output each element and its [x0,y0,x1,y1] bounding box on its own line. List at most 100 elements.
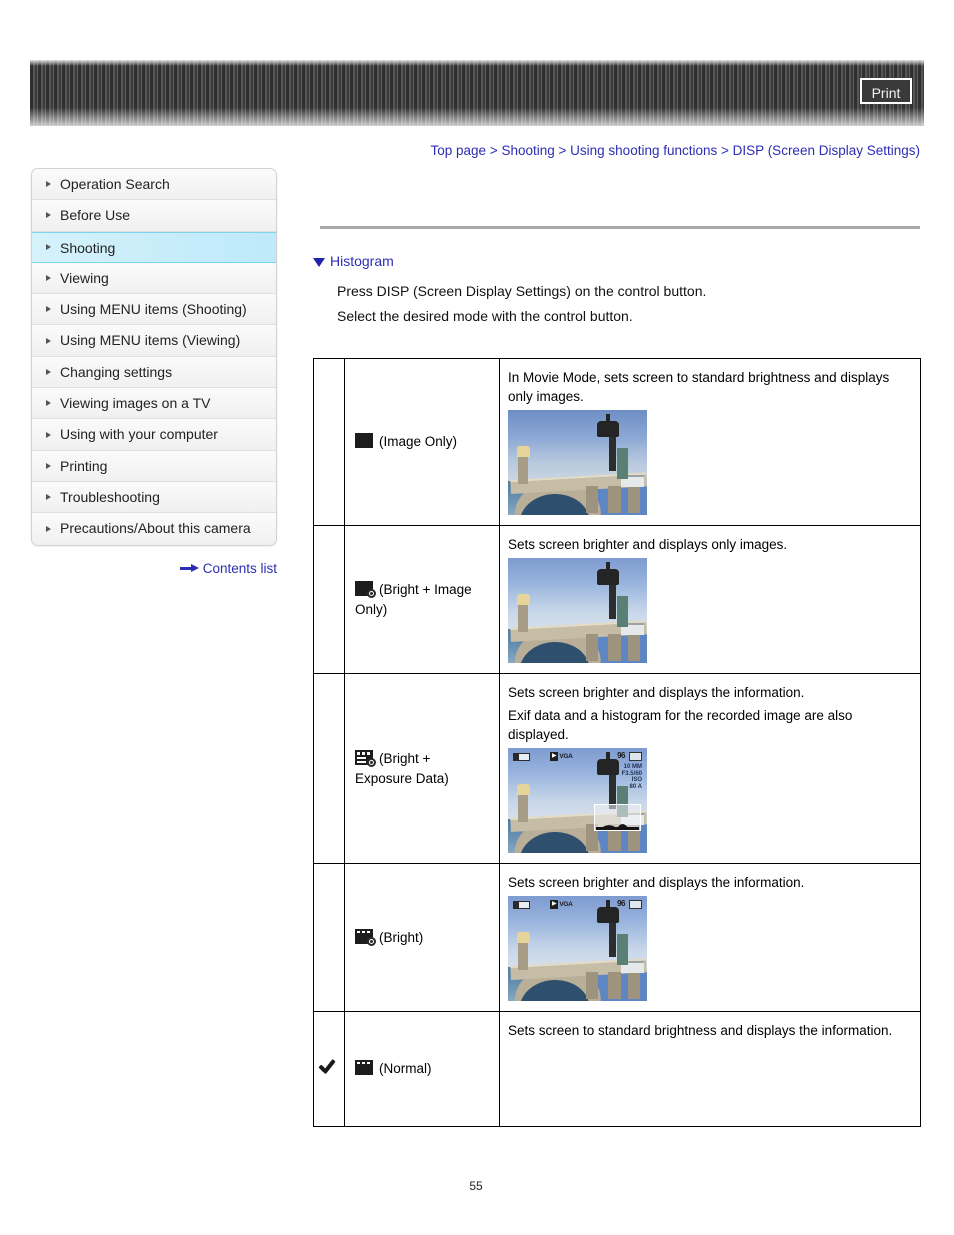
row-mode-cell: (Bright + Exposure Data) [344,673,500,864]
sidebar-item-printing[interactable]: Printing [32,450,276,482]
breadcrumb-separator: > [721,143,729,158]
chevron-right-icon [46,525,51,532]
chevron-right-icon [46,306,51,313]
memory-card-icon [629,752,642,761]
chevron-right-icon [46,212,51,219]
sidebar-item-operation-search[interactable]: Operation Search [32,169,276,201]
table-row: (Bright) Sets screen brighter and displa… [313,863,921,1012]
row-mode-label: (Bright) [379,929,424,945]
row-mode-cell: (Normal) [344,1011,500,1127]
screen-plain-bright-icon [355,580,376,598]
breadcrumb-item-shooting[interactable]: Shooting [501,143,554,158]
sidebar-item-precautions-about-this-camera[interactable]: Precautions/About this camera [32,513,276,545]
sidebar-item-label: Shooting [60,239,116,256]
sidebar-item-label: Precautions/About this camera [60,520,251,537]
sidebar-item-viewing[interactable]: Viewing [32,262,276,295]
chevron-right-icon [46,181,51,188]
row-check-cell [313,863,345,1012]
chevron-right-icon [46,400,51,407]
table-row: (Normal) Sets screen to standard brightn… [313,1011,921,1127]
sidebar-item-label: Viewing images on a TV [60,395,211,412]
row-description-line: Sets screen to standard brightness and d… [508,1023,893,1038]
row-description-cell: Sets screen brighter and displays the in… [499,673,921,864]
sidebar-item-troubleshooting[interactable]: Troubleshooting [32,481,276,514]
sidebar-nav: Operation Search Before Use Shooting Vie… [31,168,277,546]
sidebar-item-before-use[interactable]: Before Use [32,200,276,232]
movie-mode-icon: ▶ [550,900,559,909]
vga-label: VGA [559,753,573,760]
chevron-right-icon [46,462,51,469]
sidebar-item-label: Before Use [60,207,131,224]
row-mode-cell: (Image Only) [344,358,500,526]
breadcrumb-item-top-page[interactable]: Top page [430,143,486,158]
contents-list-link[interactable]: Contents list [31,560,277,576]
row-check-cell [313,525,345,674]
checkmark-icon [318,1057,340,1077]
table-row: (Bright + Exposure Data) Sets screen bri… [313,673,921,864]
row-description-line: In Movie Mode, sets screen to standard b… [508,370,890,404]
row-check-cell [313,1011,345,1127]
breadcrumb-separator: > [558,143,567,158]
screen-info-icon [355,1060,376,1077]
sample-photo: ▶ VGA 96 10 MM F3.5/60 ISO 80 A [508,748,647,853]
chevron-right-icon [46,494,51,501]
screen-plain-icon [355,433,376,450]
sidebar-item-label: Troubleshooting [60,488,160,505]
page-number-value: 55 [469,1179,483,1193]
breadcrumb-item-disp[interactable]: DISP (Screen Display Settings) [733,143,920,158]
row-mode-label: (Image Only) [379,434,458,449]
exif-data-overlay: 10 MM F3.5/60 ISO 80 A [622,764,642,790]
row-description-cell: Sets screen to standard brightness and d… [499,1011,921,1127]
screen-info-bright-icon [355,928,376,946]
memory-card-icon [629,900,642,909]
sidebar-item-label: Using MENU items (Shooting) [60,301,247,318]
sidebar-item-label: Using MENU items (Viewing) [60,332,241,349]
sample-photo: ▶ VGA 96 [508,896,647,1001]
sidebar-item-using-with-your-computer[interactable]: Using with your computer [32,419,276,451]
row-description-cell: Sets screen brighter and displays only i… [499,525,921,674]
shots-remaining-count: 96 [617,899,625,908]
row-mode-cell: (Bright) [344,863,500,1012]
vga-label: VGA [559,901,573,908]
sidebar-item-label: Using with your computer [60,426,218,443]
row-description-line: Sets screen brighter and displays the in… [508,685,805,700]
chevron-right-icon [46,337,51,344]
instruction-line-1: Press DISP (Screen Display Settings) on … [337,283,707,299]
table-row: (Image Only) In Movie Mode, sets screen … [313,358,921,526]
row-description-line: Sets screen brighter and displays the in… [508,875,805,890]
sample-photo [508,558,647,663]
sidebar-item-label: Changing settings [60,363,173,380]
triangle-down-icon [313,258,325,267]
arrow-right-icon [179,563,199,573]
sidebar-item-shooting[interactable]: Shooting [32,231,276,263]
row-check-cell [313,358,345,526]
section-title: Histogram [313,253,394,269]
chevron-right-icon [46,431,51,438]
screen-data-bright-icon [355,749,376,767]
sidebar-item-using-menu-items-viewing[interactable]: Using MENU items (Viewing) [32,325,276,357]
sidebar-item-viewing-images-on-a-tv[interactable]: Viewing images on a TV [32,388,276,420]
exif-line: 80 A [629,783,642,790]
chevron-right-icon [46,244,51,251]
chevron-right-icon [46,368,51,375]
contents-list-label: Contents list [202,560,277,576]
row-description-line: Exif data and a histogram for the record… [508,708,853,742]
sidebar-item-changing-settings[interactable]: Changing settings [32,356,276,389]
row-description-cell: In Movie Mode, sets screen to standard b… [499,358,921,526]
row-mode-label: (Normal) [379,1061,432,1076]
sidebar-item-using-menu-items-shooting[interactable]: Using MENU items (Shooting) [32,294,276,326]
chevron-right-icon [46,275,51,282]
print-button[interactable]: Print [860,78,912,104]
sidebar-item-label: Operation Search [60,176,170,192]
exif-line: 10 MM [623,764,642,770]
battery-icon [513,753,530,761]
sidebar-item-label: Viewing [60,269,109,286]
sample-photo [508,410,647,515]
breadcrumb-separator: > [489,143,498,158]
image-size-indicator: ▶ VGA [550,900,573,909]
breadcrumb-item-using-shooting-functions[interactable]: Using shooting functions [570,143,717,158]
image-size-indicator: ▶ VGA [550,752,573,761]
breadcrumb: Top page > Shooting > Using shooting fun… [30,143,920,158]
histogram-overlay [594,804,641,831]
sidebar-item-label: Printing [60,457,108,474]
